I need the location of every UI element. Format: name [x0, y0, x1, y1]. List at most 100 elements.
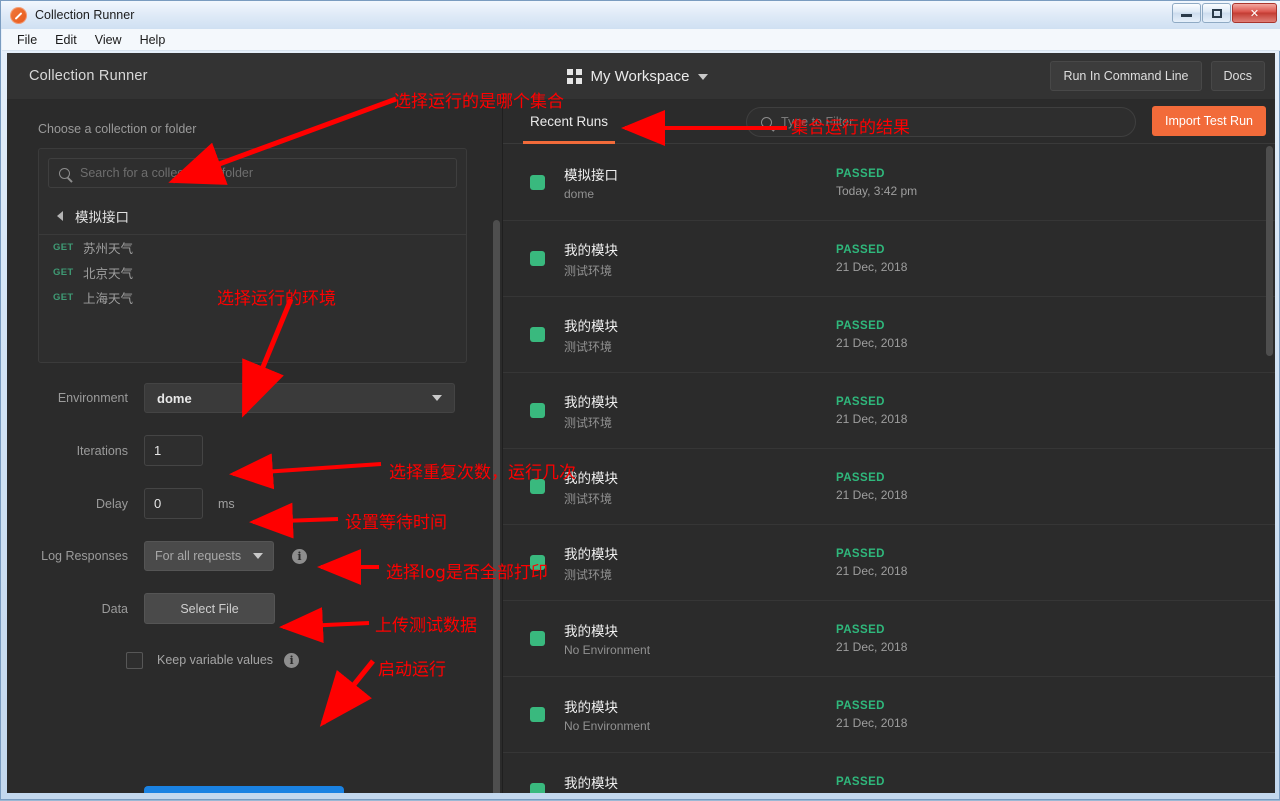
left-panel-scrollbar[interactable] — [493, 220, 500, 793]
run-collection-name: 我的模块 — [564, 772, 650, 792]
status-badge — [530, 251, 545, 266]
status-badge — [530, 327, 545, 342]
grid-icon — [567, 69, 582, 84]
run-timestamp: 21 Dec, 2018 — [836, 640, 907, 654]
run-collection-name: 我的模块 — [564, 543, 618, 563]
docs-button[interactable]: Docs — [1211, 61, 1265, 91]
chevron-down-icon — [432, 395, 442, 401]
log-responses-select[interactable]: For all requests — [144, 541, 274, 571]
data-label: Data — [7, 602, 144, 616]
menu-help[interactable]: Help — [131, 31, 175, 49]
status-badge — [530, 555, 545, 570]
filter-input[interactable] — [781, 115, 1101, 129]
request-row[interactable]: GET苏州天气 — [39, 235, 466, 260]
request-name: 北京天气 — [83, 263, 133, 282]
run-meta: PASSED 21 Dec, 2018 — [836, 624, 907, 654]
scrollbar-thumb[interactable] — [493, 220, 500, 793]
close-button[interactable]: ✕ — [1232, 3, 1277, 23]
workspace-selector[interactable]: My Workspace — [567, 53, 708, 100]
choose-collection-label: Choose a collection or folder — [38, 122, 502, 136]
run-row[interactable]: 我的模块测试环境PASSED21 Dec, 2018 — [503, 297, 1275, 373]
status-badge — [530, 783, 545, 793]
request-method: GET — [53, 242, 83, 253]
run-in-command-line-button[interactable]: Run In Command Line — [1050, 61, 1201, 91]
environment-label: Environment — [7, 391, 144, 405]
collection-header-row[interactable]: 模拟接口 — [39, 197, 466, 235]
minimize-button[interactable] — [1172, 3, 1201, 23]
run-environment: 测试环境 — [564, 262, 618, 279]
app-header: Collection Runner My Workspace Run In Co… — [7, 53, 1275, 100]
run-row[interactable]: 我的模块测试环境 PASSED 21 Dec, 2018 — [503, 373, 1275, 449]
run-main: 我的模块测试环境 — [564, 543, 618, 583]
run-row[interactable]: 我的模块No Environment PASSED21 Dec, 2018 — [503, 753, 1275, 793]
run-status: PASSED — [836, 168, 917, 180]
run-collection-name: 我的模块 — [564, 620, 650, 640]
run-timestamp: 21 Dec, 2018 — [836, 792, 907, 794]
info-icon[interactable]: i — [292, 549, 307, 564]
request-row[interactable]: GET上海天气 — [39, 285, 466, 310]
run-row[interactable]: 我的模块No EnvironmentPASSED21 Dec, 2018 — [503, 677, 1275, 753]
tab-recent-runs[interactable]: Recent Runs — [530, 100, 608, 144]
run-status: PASSED — [836, 624, 907, 636]
recent-runs-header: Recent Runs Import Test Run — [503, 100, 1275, 144]
run-collection-name: 我的模块 — [564, 696, 650, 716]
chevron-down-icon — [698, 74, 708, 80]
header-actions: Run In Command Line Docs — [1050, 61, 1265, 91]
run-status: PASSED — [836, 472, 907, 484]
run-button[interactable]: Run 模拟接口 — [144, 786, 344, 793]
run-collection-name: 我的模块 — [564, 239, 618, 259]
run-row[interactable]: 我的模块测试环境PASSED21 Dec, 2018 — [503, 449, 1275, 525]
run-environment: 测试环境 — [564, 566, 618, 583]
import-test-run-button[interactable]: Import Test Run — [1152, 106, 1266, 136]
run-main: 我的模块测试环境 — [564, 239, 618, 279]
search-input[interactable] — [80, 166, 440, 180]
run-main: 我的模块No Environment — [564, 772, 650, 793]
run-timestamp: 21 Dec, 2018 — [836, 336, 907, 350]
app-canvas: Collection Runner My Workspace Run In Co… — [7, 53, 1275, 793]
run-row[interactable]: 我的模块No EnvironmentPASSED21 Dec, 2018 — [503, 601, 1275, 677]
info-icon[interactable]: i — [284, 653, 299, 668]
environment-select[interactable]: dome — [144, 383, 455, 413]
search-icon — [761, 117, 772, 128]
run-status: PASSED — [836, 396, 907, 408]
select-file-button[interactable]: Select File — [144, 593, 275, 624]
run-environment: 测试环境 — [564, 414, 618, 431]
run-meta: PASSED21 Dec, 2018 — [836, 548, 907, 578]
status-badge — [530, 403, 545, 418]
log-responses-value: For all requests — [155, 549, 241, 563]
menu-file[interactable]: File — [8, 31, 46, 49]
run-row[interactable]: 我的模块测试环境 PASSED21 Dec, 2018 — [503, 525, 1275, 601]
chevron-down-icon — [253, 553, 263, 559]
run-timestamp: 21 Dec, 2018 — [836, 716, 907, 730]
request-row[interactable]: GET北京天气 — [39, 260, 466, 285]
collection-search-wrapper[interactable] — [48, 158, 457, 188]
log-responses-row: Log Responses For all requests i — [7, 541, 502, 571]
run-meta: PASSED21 Dec, 2018 — [836, 700, 907, 730]
maximize-button[interactable] — [1202, 3, 1231, 23]
run-row[interactable]: 我的模块测试环境 PASSED21 Dec, 2018 — [503, 221, 1275, 297]
run-timestamp: 21 Dec, 2018 — [836, 412, 907, 426]
log-responses-label: Log Responses — [7, 549, 144, 563]
scrollbar-thumb[interactable] — [1266, 146, 1273, 356]
run-collection-name: 我的模块 — [564, 315, 618, 335]
keep-variable-values-checkbox[interactable] — [126, 652, 143, 669]
keep-variable-values-row: Keep variable values i — [7, 646, 502, 674]
run-collection-name: 我的模块 — [564, 391, 618, 411]
menu-edit[interactable]: Edit — [46, 31, 86, 49]
status-badge — [530, 631, 545, 646]
run-row[interactable]: 模拟接口domePASSEDToday, 3:42 pm — [503, 145, 1275, 221]
run-status: PASSED — [836, 244, 907, 256]
filter-wrapper[interactable] — [746, 107, 1136, 137]
run-meta: PASSED21 Dec, 2018 — [836, 776, 907, 794]
right-panel-scrollbar[interactable] — [1266, 146, 1273, 792]
run-meta: PASSED21 Dec, 2018 — [836, 244, 907, 274]
menu-view[interactable]: View — [86, 31, 131, 49]
request-name: 苏州天气 — [83, 238, 133, 257]
iterations-row: Iterations — [7, 435, 502, 466]
delay-row: Delay ms — [7, 488, 502, 519]
environment-row: Environment dome — [7, 383, 502, 413]
iterations-input[interactable] — [144, 435, 203, 466]
collection-name: 模拟接口 — [75, 206, 129, 226]
environment-value: dome — [157, 391, 192, 406]
delay-input[interactable] — [144, 488, 203, 519]
